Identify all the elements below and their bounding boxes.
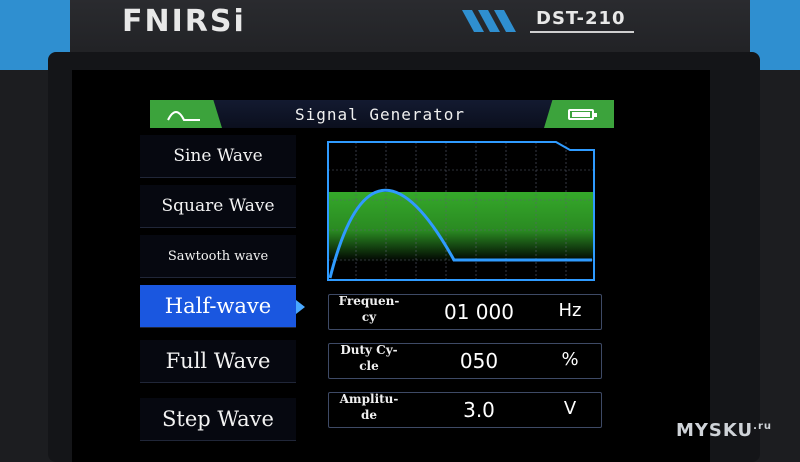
menu-item-sine-wave[interactable]: Sine Wave	[140, 135, 296, 178]
battery-icon	[568, 109, 597, 120]
menu-item-full-wave[interactable]: Full Wave	[140, 340, 296, 383]
menu-item-half-wave[interactable]: Half-wave	[140, 285, 296, 328]
selection-pointer-icon	[296, 300, 305, 314]
lcd-screen: Signal Generator Sine Wave Square Wave S…	[72, 70, 710, 462]
model-name: DST-210	[536, 8, 626, 29]
duty-cycle-unit: %	[561, 349, 579, 370]
menu-item-square-wave[interactable]: Square Wave	[140, 185, 296, 228]
param-row-frequency[interactable]: Frequen- cy 01 000 Hz	[328, 294, 602, 330]
amplitude-label: Amplitu- de	[339, 392, 399, 422]
duty-cycle-value[interactable]: 050	[419, 349, 539, 373]
param-row-duty-cycle[interactable]: Duty Cy- cle 050 %	[328, 343, 602, 379]
mode-tab[interactable]	[150, 100, 222, 128]
duty-cycle-label: Duty Cy- cle	[340, 343, 398, 373]
model-stripes-icon	[462, 10, 516, 32]
menu-item-step-wave[interactable]: Step Wave	[140, 398, 296, 441]
signal-band	[328, 192, 594, 262]
watermark: MYSKU.ru	[675, 420, 772, 441]
param-row-amplitude[interactable]: Amplitu- de 3.0 V	[328, 392, 602, 428]
frequency-unit: Hz	[558, 300, 582, 321]
waveform-preview	[326, 140, 596, 282]
amplitude-value[interactable]: 3.0	[419, 398, 539, 422]
half-wave-icon	[167, 111, 200, 121]
brand-logo: FNIRSi	[122, 4, 246, 39]
menu-item-sawtooth-wave[interactable]: Sawtooth wave	[140, 235, 296, 278]
frequency-value[interactable]: 01 000	[419, 300, 539, 324]
amplitude-unit: V	[563, 398, 577, 419]
model-underline	[530, 31, 634, 33]
frequency-label: Frequen- cy	[338, 294, 400, 324]
